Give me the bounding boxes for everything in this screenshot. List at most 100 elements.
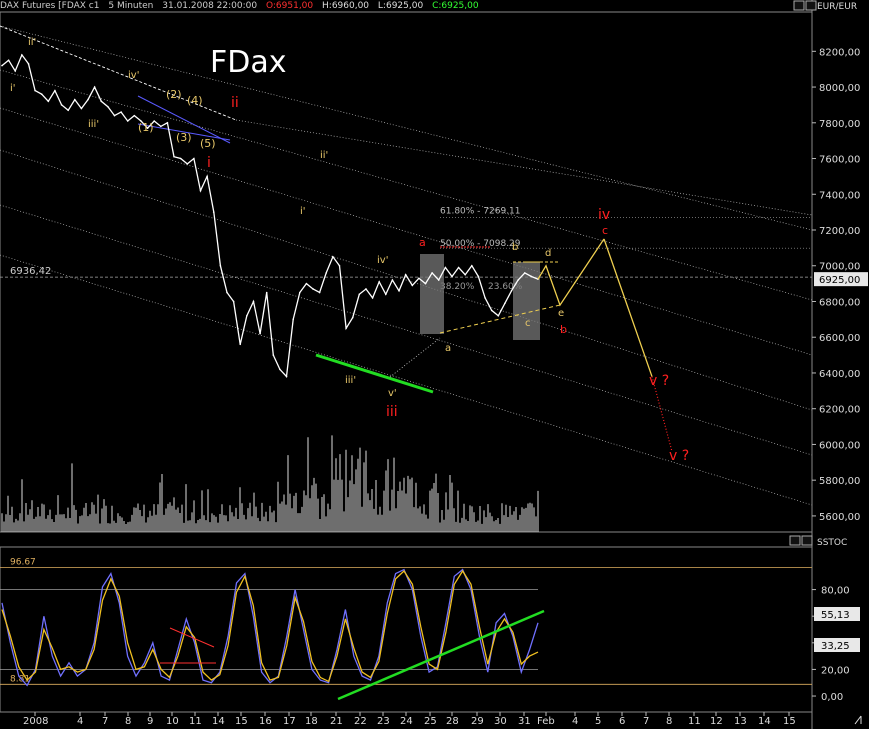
panel-button-2 xyxy=(789,535,801,546)
price-axis-label: 6200,00 xyxy=(819,405,860,416)
price-point xyxy=(73,98,76,101)
fib-label-500: 50.00% - 7098.29 xyxy=(440,239,521,249)
wave-label-gold-9: ii' xyxy=(320,150,328,161)
price-point xyxy=(523,272,526,274)
x-axis-label: 7 xyxy=(643,716,649,727)
price-axis-label: 7600,00 xyxy=(819,155,860,166)
price-point xyxy=(285,375,288,378)
projection-drop xyxy=(603,238,653,377)
price-point xyxy=(325,272,328,274)
price-point xyxy=(411,284,414,287)
volume-bars xyxy=(1,435,539,532)
wave-label-gold-17: d xyxy=(545,248,551,259)
stoch-axis-label: 20,00 xyxy=(821,665,850,676)
price-point xyxy=(404,273,407,276)
stoch-divergence-line xyxy=(169,627,215,648)
panel-button-0 xyxy=(793,0,805,11)
fib-label-618: 61.80% - 7269.11 xyxy=(440,207,521,217)
price-point xyxy=(27,63,30,65)
channel-line-0 xyxy=(0,25,813,231)
x-axis-label: 28 xyxy=(446,716,459,727)
price-point xyxy=(530,275,533,278)
x-axis-label: 6 xyxy=(619,716,625,727)
price-point xyxy=(54,89,56,92)
price-axis-label: 7800,00 xyxy=(819,119,860,130)
price-point xyxy=(186,163,189,165)
stoch-axis-label: 0,00 xyxy=(821,692,843,703)
price-point xyxy=(484,297,486,299)
wave-label-gold-12: iii' xyxy=(345,375,356,386)
x-axis-label: 14 xyxy=(758,716,771,727)
wave-label-gold-15: b xyxy=(512,242,518,253)
wave-label-gold-11: iv' xyxy=(377,255,388,266)
chart-title: FDax xyxy=(210,45,287,80)
price-point xyxy=(252,300,255,303)
x-axis-label: 8 xyxy=(666,716,672,727)
price-point xyxy=(193,157,195,160)
price-axis-label: 8000,00 xyxy=(819,83,860,94)
price-point xyxy=(338,264,341,267)
price-point xyxy=(126,120,129,122)
stoch-title: SSTOC xyxy=(817,538,847,548)
price-point xyxy=(358,293,361,296)
price-point xyxy=(437,279,440,281)
price-panel-frame xyxy=(0,11,813,533)
price-axis-label: 5600,00 xyxy=(819,512,860,523)
price-point xyxy=(239,343,242,346)
price-point xyxy=(199,189,202,192)
fdax-chart: 8200,00 8000,00 7800,00 7600,00 7400,00 7200,… xyxy=(0,0,868,729)
channel-line-1 xyxy=(0,69,813,301)
x-axis-label: 21 xyxy=(330,716,343,727)
price-point xyxy=(378,281,380,283)
price-point xyxy=(351,316,354,319)
panel-button-3 xyxy=(801,535,813,546)
x-axis-label: 12 xyxy=(710,716,723,727)
price-point xyxy=(424,282,427,285)
wave-label-gold-18: e xyxy=(558,308,564,319)
price-axis-unit: EUR/EUR xyxy=(817,2,857,12)
wave-label-gold-10: i' xyxy=(300,206,306,217)
pattern-line xyxy=(389,337,441,378)
price-point xyxy=(444,266,447,269)
channel-line-3 xyxy=(0,149,813,411)
wave-label-red-7: v ? xyxy=(649,373,669,389)
price-axis-label: 8200,00 xyxy=(819,47,860,58)
wave-label-red-6: b xyxy=(560,323,567,336)
price-point xyxy=(431,272,433,274)
price-point xyxy=(153,120,155,122)
price-point xyxy=(371,297,374,299)
wave-label-gold-8: (5) xyxy=(200,137,216,150)
price-point xyxy=(477,275,480,278)
price-point xyxy=(60,104,63,106)
channel-line-4 xyxy=(0,204,813,456)
stoch-trend-line xyxy=(337,609,545,701)
price-point xyxy=(298,291,301,294)
price-point xyxy=(292,318,294,321)
price-axis-label: 7400,00 xyxy=(819,190,860,201)
wave-label-gold-7: (4) xyxy=(187,94,203,107)
price-point xyxy=(113,114,116,117)
x-axis-label: 29 xyxy=(471,716,484,727)
stoch-panel-frame xyxy=(0,546,813,713)
wave-label-red-0: ii xyxy=(231,95,239,111)
price-axis-label: 6000,00 xyxy=(819,440,860,451)
price-axis-label: 7200,00 xyxy=(819,226,860,237)
price-point xyxy=(398,289,400,292)
price-point xyxy=(219,264,222,267)
price-point xyxy=(1,64,3,67)
stoch-k-value: 55,13 xyxy=(821,610,850,621)
stoch-axis-label: 80,00 xyxy=(821,586,850,597)
price-point xyxy=(34,89,36,92)
x-axis-label: 23 xyxy=(377,716,390,727)
stoch-upper-level-label: 96.67 xyxy=(10,557,36,567)
price-point xyxy=(232,300,235,303)
price-point xyxy=(14,70,17,72)
x-axis-label: 25 xyxy=(424,716,437,727)
highlight-box-1 xyxy=(420,254,444,334)
x-axis-label: 5 xyxy=(595,716,601,727)
wave-label-red-2: iii xyxy=(386,404,398,420)
price-point xyxy=(471,264,473,267)
price-point xyxy=(385,293,387,296)
channel-line-5 xyxy=(0,254,813,506)
wave-label-red-1: i xyxy=(207,155,211,171)
